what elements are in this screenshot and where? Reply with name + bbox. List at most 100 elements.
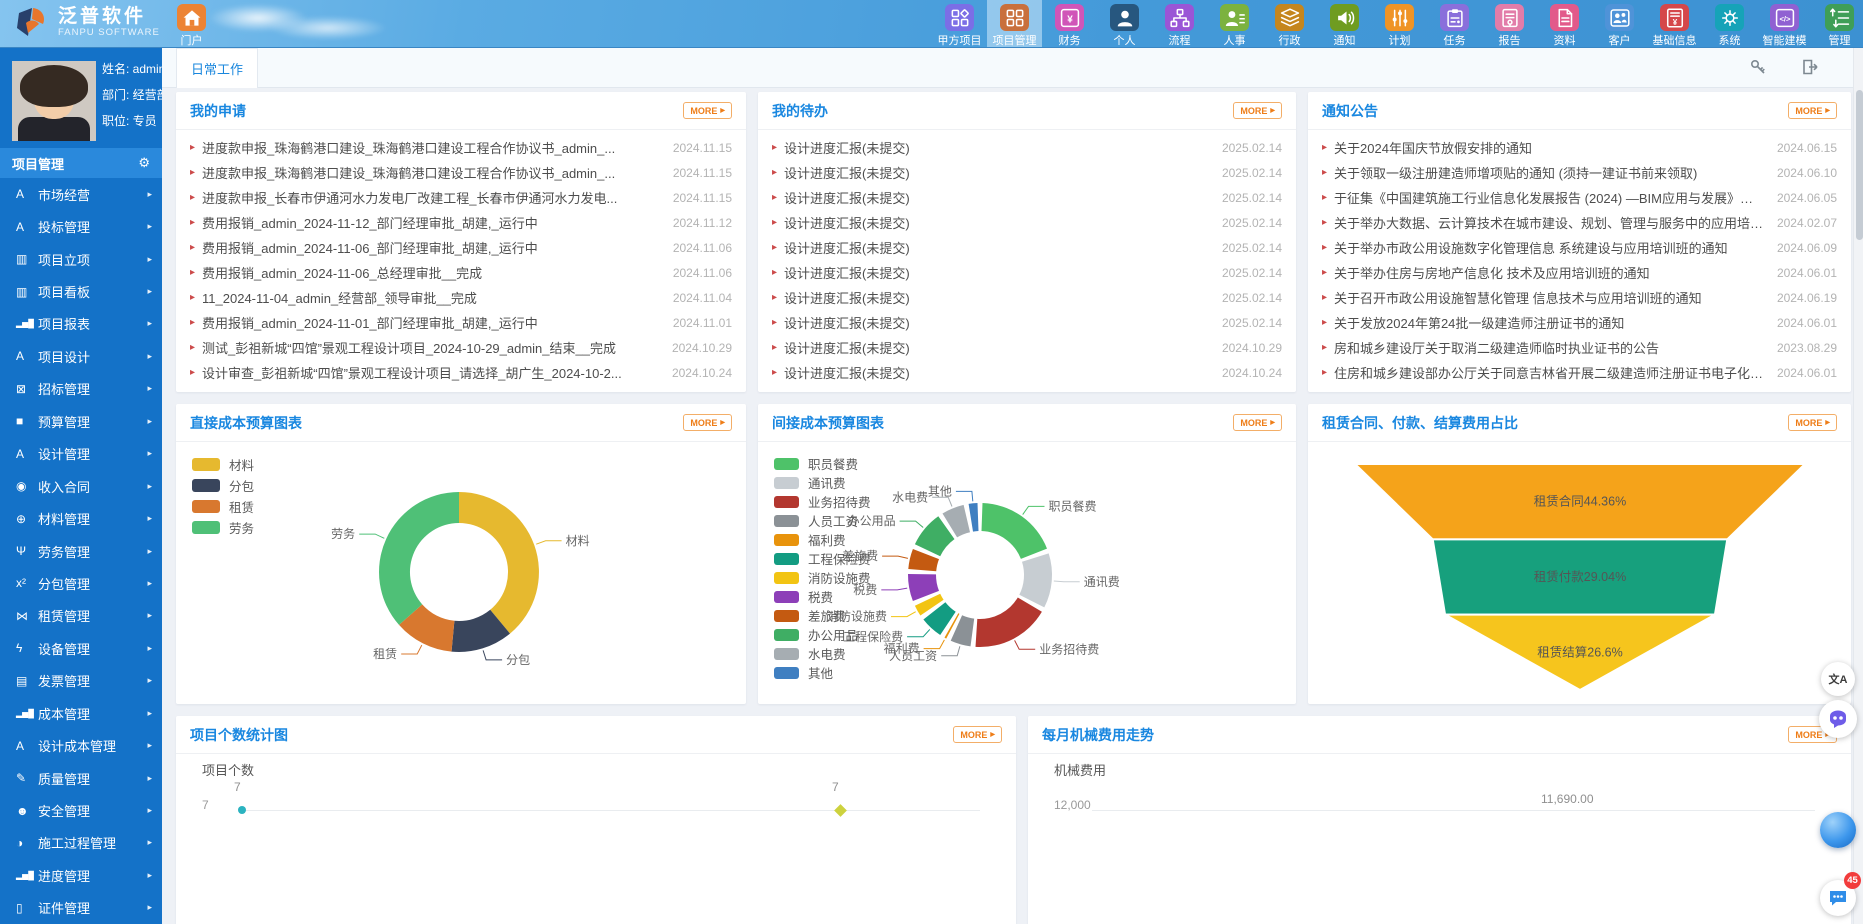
nav-item-智能建模[interactable]: </>智能建模 <box>1757 0 1812 48</box>
list-item[interactable]: ▸费用报销_admin_2024-11-01_部门经理审批_胡建,_运行中202… <box>190 310 732 335</box>
sidebar-item-进度管理[interactable]: ▂▅█进度管理▸ <box>0 859 162 891</box>
data-point[interactable] <box>238 806 246 814</box>
list-item[interactable]: ▸设计进度汇报(未提交)2025.02.14 <box>772 310 1282 335</box>
legend-item-通讯费[interactable]: 通讯费 <box>774 473 871 492</box>
sidebar-item-投标管理[interactable]: A投标管理▸ <box>0 210 162 242</box>
list-item[interactable]: ▸设计进度汇报(未提交)2025.02.14 <box>772 210 1282 235</box>
avatar[interactable] <box>12 61 96 141</box>
sidebar-item-安全管理[interactable]: ☻安全管理▸ <box>0 794 162 826</box>
legend-item-职员餐费[interactable]: 职员餐费 <box>774 454 871 473</box>
sidebar-section-header[interactable]: 项目管理 ⚙ <box>0 148 162 178</box>
legend-item-劳务[interactable]: 劳务 <box>192 517 254 538</box>
nav-item-客户[interactable]: 客户 <box>1592 0 1647 48</box>
legend-item-水电费[interactable]: 水电费 <box>774 644 871 663</box>
sidebar-item-设计成本管理[interactable]: A设计成本管理▸ <box>0 729 162 761</box>
scrollbar-thumb[interactable] <box>1856 90 1863 240</box>
legend-item-消防设施费[interactable]: 消防设施费 <box>774 568 871 587</box>
sidebar-item-收入合同[interactable]: ◉收入合同▸ <box>0 470 162 502</box>
more-button[interactable]: MORE▶ <box>1788 414 1837 431</box>
list-item[interactable]: ▸关于举办市政公用设施数字化管理信息 系统建设与应用培训班的通知2024.06.… <box>1322 235 1837 260</box>
list-item[interactable]: ▸住房和城乡建设部办公厅关于同意吉林省开展二级建造师注册证书电子化试点...20… <box>1322 360 1837 385</box>
lease-funnel-chart[interactable]: 租赁合同44.36%租赁付款29.04%租赁结算26.6% <box>1308 442 1851 704</box>
sidebar-item-质量管理[interactable]: ✎质量管理▸ <box>0 762 162 794</box>
nav-item-流程[interactable]: 流程 <box>1152 0 1207 48</box>
list-item[interactable]: ▸设计进度汇报(未提交)2024.10.29 <box>772 335 1282 360</box>
list-item[interactable]: ▸关于召开市政公用设施智慧化管理 信息技术与应用培训班的通知2024.06.19 <box>1322 285 1837 310</box>
legend-item-差旅费[interactable]: 差旅费 <box>774 606 871 625</box>
nav-item-行政[interactable]: 行政 <box>1262 0 1317 48</box>
data-point[interactable] <box>834 804 847 817</box>
nav-item-报告[interactable]: 报告 <box>1482 0 1537 48</box>
list-item[interactable]: ▸房和城乡建设厅关于取消二级建造师临时执业证书的公告2023.08.29 <box>1322 335 1837 360</box>
sidebar-item-分包管理[interactable]: x²分包管理▸ <box>0 567 162 599</box>
list-item[interactable]: ▸设计进度汇报(未提交)2025.02.14 <box>772 235 1282 260</box>
list-item[interactable]: ▸关于发放2024年第24批一级建造师注册证书的通知2024.06.01 <box>1322 310 1837 335</box>
nav-item-门户[interactable]: 门户 <box>164 0 219 48</box>
sidebar-item-项目立项[interactable]: ▥项目立项▸ <box>0 243 162 275</box>
nav-item-资料[interactable]: 资料 <box>1537 0 1592 48</box>
legend-item-业务招待费[interactable]: 业务招待费 <box>774 492 871 511</box>
nav-item-管理[interactable]: 管理 <box>1812 0 1863 48</box>
more-button[interactable]: MORE▶ <box>1233 414 1282 431</box>
legend-item-人员工资[interactable]: 人员工资 <box>774 511 871 530</box>
sidebar-item-设计管理[interactable]: A设计管理▸ <box>0 438 162 470</box>
sidebar-item-项目报表[interactable]: ▂▅█项目报表▸ <box>0 308 162 340</box>
list-item[interactable]: ▸11_2024-11-04_admin_经营部_领导审批__完成2024.11… <box>190 285 732 310</box>
nav-item-人事[interactable]: 人事 <box>1207 0 1262 48</box>
sidebar-item-发票管理[interactable]: ▤发票管理▸ <box>0 665 162 697</box>
assistant-robot-button[interactable] <box>1819 700 1857 738</box>
legend-item-福利费[interactable]: 福利费 <box>774 530 871 549</box>
list-item[interactable]: ▸费用报销_admin_2024-11-12_部门经理审批_胡建,_运行中202… <box>190 210 732 235</box>
legend-item-工程保险费[interactable]: 工程保险费 <box>774 549 871 568</box>
nav-item-个人[interactable]: 个人 <box>1097 0 1152 48</box>
legend-item-分包[interactable]: 分包 <box>192 475 254 496</box>
list-item[interactable]: ▸设计进度汇报(未提交)2024.10.24 <box>772 360 1282 385</box>
legend-item-材料[interactable]: 材料 <box>192 454 254 475</box>
sidebar-item-预算管理[interactable]: ■预算管理▸ <box>0 405 162 437</box>
sidebar-item-设备管理[interactable]: ϟ设备管理▸ <box>0 632 162 664</box>
sidebar-item-施工过程管理[interactable]: ◑施工过程管理▸ <box>0 827 162 859</box>
legend-item-办公用品[interactable]: 办公用品 <box>774 625 871 644</box>
settings-gear-icon[interactable]: ⚙ <box>138 155 150 171</box>
assistant-ball-button[interactable] <box>1820 812 1856 848</box>
nav-item-甲方项目[interactable]: 甲方项目 <box>932 0 987 48</box>
list-item[interactable]: ▸测试_彭祖新城“四馆”景观工程设计项目_2024-10-29_admin_结束… <box>190 335 732 360</box>
sidebar-item-项目看板[interactable]: ▥项目看板▸ <box>0 275 162 307</box>
legend-item-租赁[interactable]: 租赁 <box>192 496 254 517</box>
tab-daily-work[interactable]: 日常工作 <box>176 48 258 88</box>
list-item[interactable]: ▸关于2024年国庆节放假安排的通知2024.06.15 <box>1322 135 1837 160</box>
more-button[interactable]: MORE▶ <box>1233 102 1282 119</box>
list-item[interactable]: ▸设计进度汇报(未提交)2025.02.14 <box>772 160 1282 185</box>
logout-icon[interactable] <box>1801 58 1819 76</box>
list-item[interactable]: ▸进度款申报_长春市伊通河水力发电厂改建工程_长春市伊通河水力发电...2024… <box>190 185 732 210</box>
legend-item-税费[interactable]: 税费 <box>774 587 871 606</box>
more-button[interactable]: MORE▶ <box>683 102 732 119</box>
sidebar-item-成本管理[interactable]: ▂▅█成本管理▸ <box>0 697 162 729</box>
nav-item-通知[interactable]: 通知 <box>1317 0 1372 48</box>
nav-item-财务[interactable]: ¥财务 <box>1042 0 1097 48</box>
direct-cost-donut-chart[interactable]: 材料分包租赁劳务 <box>176 442 746 704</box>
sidebar-item-项目设计[interactable]: A项目设计▸ <box>0 340 162 372</box>
project-count-line-chart[interactable]: 项目个数777 <box>176 754 1016 924</box>
sidebar-item-证件管理[interactable]: ▯证件管理▸ <box>0 892 162 924</box>
sidebar-item-招标管理[interactable]: ⊠招标管理▸ <box>0 373 162 405</box>
more-button[interactable]: MORE▶ <box>1788 102 1837 119</box>
list-item[interactable]: ▸设计审查_彭祖新城“四馆”景观工程设计项目_请选择_胡广生_2024-10-2… <box>190 360 732 385</box>
list-item[interactable]: ▸进度款申报_珠海鹤港口建设_珠海鹤港口建设工程合作协议书_admin_...2… <box>190 160 732 185</box>
list-item[interactable]: ▸于征集《中国建筑施工行业信息化发展报告 (2024) —BIM应用与发展》材料… <box>1322 185 1837 210</box>
sidebar-item-租赁管理[interactable]: ⋈租赁管理▸ <box>0 600 162 632</box>
list-item[interactable]: ▸关于举办大数据、云计算技术在城市建设、规划、管理与服务中的应用培训班...20… <box>1322 210 1837 235</box>
list-item[interactable]: ▸关于领取一级注册建造师增项贴的通知 (须持一建证书前来领取)2024.06.1… <box>1322 160 1837 185</box>
list-item[interactable]: ▸费用报销_admin_2024-11-06_部门经理审批_胡建,_运行中202… <box>190 235 732 260</box>
sidebar-item-材料管理[interactable]: ⊕材料管理▸ <box>0 502 162 534</box>
list-item[interactable]: ▸设计进度汇报(未提交)2025.02.14 <box>772 285 1282 310</box>
list-item[interactable]: ▸设计进度汇报(未提交)2025.02.14 <box>772 260 1282 285</box>
list-item[interactable]: ▸关于举办住房与房地产信息化 技术及应用培训班的通知2024.06.01 <box>1322 260 1837 285</box>
machine-cost-line-chart[interactable]: 机械费用12,00011,690.00 <box>1028 754 1851 924</box>
nav-item-基础信息[interactable]: ¥基础信息 <box>1647 0 1702 48</box>
list-item[interactable]: ▸费用报销_admin_2024-11-06_总经理审批__完成2024.11.… <box>190 260 732 285</box>
more-button[interactable]: MORE▶ <box>683 414 732 431</box>
nav-item-计划[interactable]: 计划 <box>1372 0 1427 48</box>
vertical-scrollbar[interactable] <box>1853 48 1863 924</box>
list-item[interactable]: ▸设计进度汇报(未提交)2025.02.14 <box>772 135 1282 160</box>
